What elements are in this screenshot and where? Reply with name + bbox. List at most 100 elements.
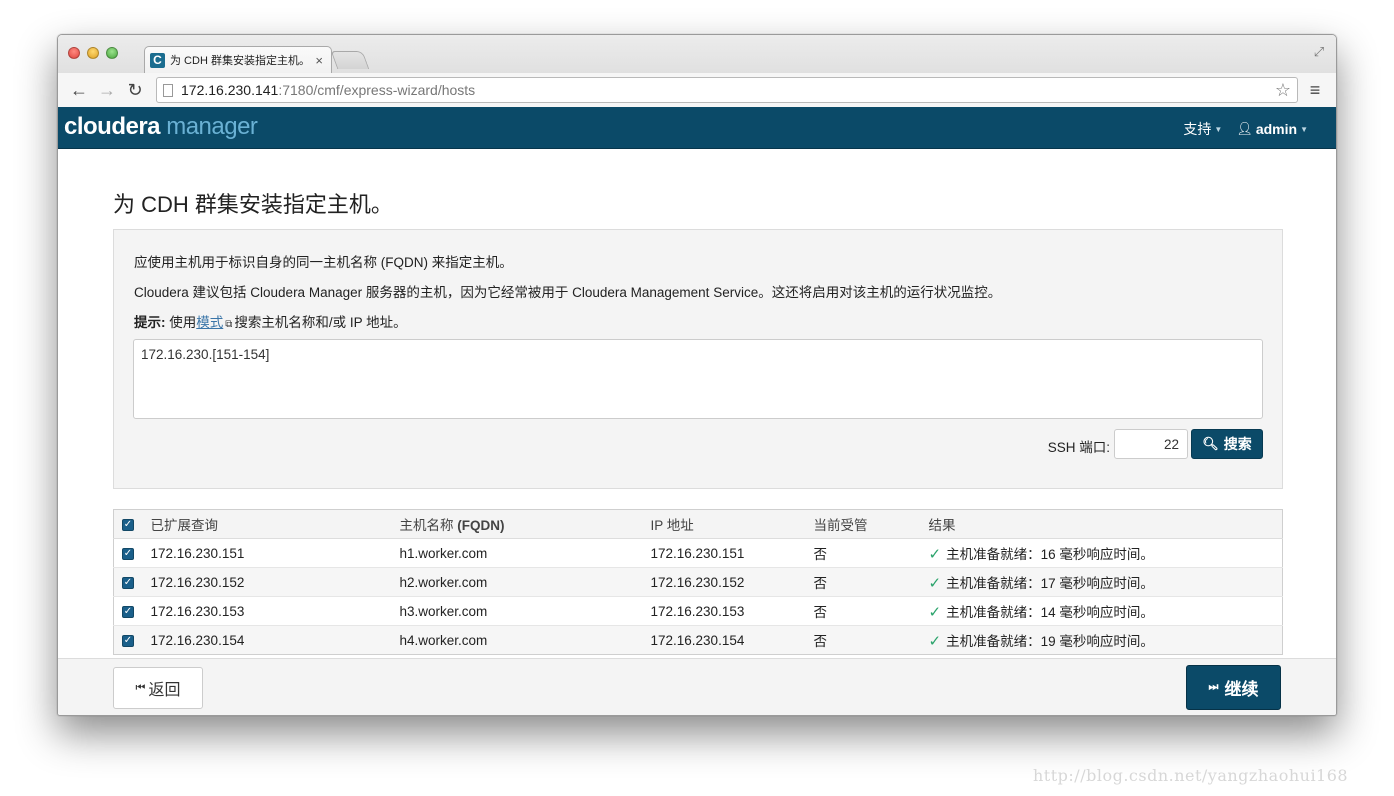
browser-menu-icon[interactable]: ≡	[1302, 77, 1328, 103]
minimize-window-button[interactable]	[87, 47, 99, 59]
header-query[interactable]: 已扩展查询	[150, 509, 400, 539]
row-checkbox[interactable]: ✓	[122, 605, 134, 618]
cell-result: ✓ 主机准备就绪：19 毫秒响应时间。	[928, 625, 1283, 655]
chevron-down-icon: ▼	[1214, 124, 1223, 134]
window-controls	[68, 47, 118, 59]
skip-back-icon: ⏮︎	[135, 681, 146, 694]
continue-button[interactable]: ⏭︎ 继续	[1186, 665, 1281, 710]
check-icon: ✓	[928, 546, 942, 563]
header-hostname[interactable]: 主机名称 (FQDN)	[399, 509, 651, 539]
brand-product: manager	[160, 113, 258, 140]
result-text: 主机准备就绪：14 毫秒响应时间。	[946, 605, 1154, 620]
header-hostname-label: 主机名称	[399, 518, 458, 533]
row-checkbox[interactable]: ✓	[122, 576, 134, 589]
recommendation-text: Cloudera 建议包括 Cloudera Manager 服务器的主机，因为…	[134, 285, 1002, 300]
wizard-footer: ⏮︎ 返回 ⏭︎ 继续	[58, 658, 1336, 715]
row-select-cell: ✓	[113, 567, 151, 597]
browser-chrome: C 为 CDH 群集安装指定主机。 × ⤢ ← → ↻ 172.16.230.1…	[58, 35, 1336, 107]
url-path: :7180/cmf/express-wizard/hosts	[278, 82, 476, 98]
reload-icon[interactable]: ↻	[122, 77, 148, 103]
header-fqdn: (FQDN)	[457, 518, 505, 533]
chevron-down-icon: ▼	[1300, 124, 1308, 134]
cell-managed: 否	[813, 625, 929, 655]
close-window-button[interactable]	[68, 47, 80, 59]
cell-result: ✓ 主机准备就绪：17 毫秒响应时间。	[928, 567, 1283, 597]
cell-hostname: h3.worker.com	[399, 596, 651, 626]
support-label: 支持	[1183, 121, 1212, 137]
cloudera-manager-logo[interactable]: cloudera manager	[64, 113, 258, 141]
row-select-cell: ✓	[113, 625, 151, 655]
check-icon: ✓	[928, 604, 942, 621]
search-button[interactable]: 🔍︎ 搜索	[1191, 429, 1263, 459]
ssh-port-input[interactable]	[1114, 429, 1188, 459]
cell-ip: 172.16.230.153	[650, 596, 814, 626]
hint-text: 提示: 使用模式 ⧉ 搜索主机名称和/或 IP 地址。	[134, 311, 407, 331]
cell-managed: 否	[813, 596, 929, 626]
page-title: 为 CDH 群集安装指定主机。	[113, 192, 393, 217]
select-all-cell: ✓	[113, 509, 151, 539]
support-menu[interactable]: 支持 ▼	[1183, 119, 1222, 139]
hint-label: 提示:	[134, 315, 166, 330]
row-checkbox[interactable]: ✓	[122, 547, 134, 560]
table-row: ✓ 172.16.230.153 h3.worker.com 172.16.23…	[113, 596, 1283, 626]
cell-query: 172.16.230.153	[150, 596, 400, 626]
user-icon: 👤︎	[1236, 121, 1253, 136]
cell-ip: 172.16.230.154	[650, 625, 814, 655]
header-managed[interactable]: 当前受管	[813, 509, 929, 539]
cell-ip: 172.16.230.151	[650, 538, 814, 568]
hosts-input[interactable]: 172.16.230.[151-154]	[133, 339, 1263, 419]
cell-result: ✓ 主机准备就绪：14 毫秒响应时间。	[928, 596, 1283, 626]
zoom-window-button[interactable]	[106, 47, 118, 59]
cloudera-favicon-icon: C	[150, 52, 165, 68]
table-row: ✓ 172.16.230.154 h4.worker.com 172.16.23…	[113, 625, 1283, 655]
search-button-label: 搜索	[1223, 436, 1252, 452]
url-host: 172.16.230.141	[181, 82, 279, 98]
cell-hostname: h2.worker.com	[399, 567, 651, 597]
bookmark-star-icon[interactable]: ☆	[1275, 80, 1291, 101]
cell-hostname: h1.worker.com	[399, 538, 651, 568]
row-select-cell: ✓	[113, 538, 151, 568]
table-header-row: ✓ 已扩展查询 主机名称 (FQDN) IP 地址 当前受管 结果	[113, 509, 1283, 539]
instruction-text: 应使用主机用于标识自身的同一主机名称 (FQDN) 来指定主机。	[134, 255, 513, 270]
row-checkbox[interactable]: ✓	[122, 634, 134, 647]
continue-button-label: 继续	[1224, 680, 1259, 699]
pattern-link[interactable]: 模式	[196, 315, 223, 330]
host-search-panel: 应使用主机用于标识自身的同一主机名称 (FQDN) 来指定主机。 Clouder…	[113, 229, 1283, 489]
result-text: 主机准备就绪：16 毫秒响应时间。	[946, 547, 1154, 562]
back-arrow-icon[interactable]: ←	[66, 77, 92, 103]
back-button-label: 返回	[148, 682, 181, 699]
address-bar[interactable]: 172.16.230.141 :7180/cmf/express-wizard/…	[156, 77, 1298, 103]
row-select-cell: ✓	[113, 596, 151, 626]
cell-managed: 否	[813, 567, 929, 597]
cell-managed: 否	[813, 538, 929, 568]
search-icon: 🔍︎	[1202, 436, 1219, 451]
brand-name: cloudera	[64, 113, 161, 140]
new-tab-button[interactable]	[330, 51, 370, 69]
cell-ip: 172.16.230.152	[650, 567, 814, 597]
cell-hostname: h4.worker.com	[399, 625, 651, 655]
forward-arrow-icon[interactable]: →	[94, 77, 120, 103]
table-row: ✓ 172.16.230.152 h2.worker.com 172.16.23…	[113, 567, 1283, 597]
tab-close-icon[interactable]: ×	[315, 53, 323, 68]
cell-query: 172.16.230.151	[150, 538, 400, 568]
user-menu[interactable]: 👤︎ admin ▼	[1236, 119, 1308, 139]
fullscreen-icon[interactable]: ⤢	[1312, 45, 1326, 59]
skip-forward-icon: ⏭︎	[1208, 681, 1219, 693]
watermark: http://blog.csdn.net/yangzhaohui168	[1033, 766, 1349, 785]
external-link-icon: ⧉	[225, 319, 233, 330]
cell-query: 172.16.230.154	[150, 625, 400, 655]
header-result[interactable]: 结果	[928, 509, 1283, 539]
hosts-table: ✓ 已扩展查询 主机名称 (FQDN) IP 地址 当前受管 结果 ✓ 172.…	[113, 509, 1283, 655]
app-navbar: cloudera manager 支持 ▼ 👤︎ admin ▼	[58, 107, 1336, 149]
select-all-checkbox[interactable]: ✓	[122, 518, 134, 531]
header-ip[interactable]: IP 地址	[650, 509, 814, 539]
cell-query: 172.16.230.152	[150, 567, 400, 597]
page-icon	[163, 83, 173, 97]
cell-result: ✓ 主机准备就绪：16 毫秒响应时间。	[928, 538, 1283, 568]
check-icon: ✓	[928, 633, 942, 650]
back-button[interactable]: ⏮︎ 返回	[113, 667, 203, 709]
browser-toolbar: ← → ↻ 172.16.230.141 :7180/cmf/express-w…	[58, 73, 1336, 107]
hint-post: 搜索主机名称和/或 IP 地址。	[234, 315, 407, 330]
browser-window: C 为 CDH 群集安装指定主机。 × ⤢ ← → ↻ 172.16.230.1…	[57, 34, 1337, 716]
browser-tab[interactable]: C 为 CDH 群集安装指定主机。 ×	[144, 46, 332, 73]
